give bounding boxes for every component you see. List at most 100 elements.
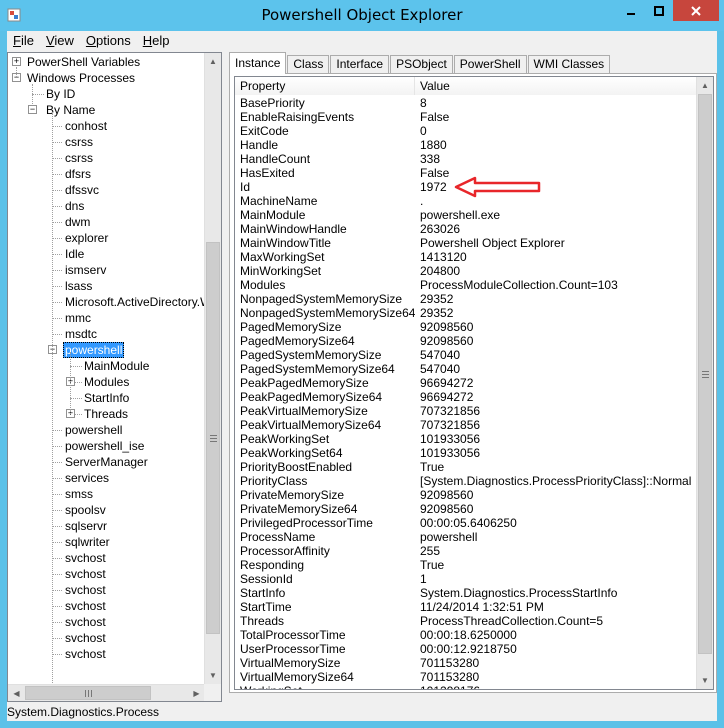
tree-item-process[interactable]: svchost: [65, 566, 106, 582]
tree-item-threads[interactable]: Threads: [84, 406, 128, 422]
expand-powershell-variables-icon[interactable]: +: [12, 57, 21, 66]
tab-psobject[interactable]: PSObject: [390, 55, 453, 74]
tree-item-powershell-variables[interactable]: PowerShell Variables: [27, 54, 140, 70]
tree-item-process[interactable]: dfssvc: [65, 182, 99, 198]
tree-item-process[interactable]: svchost: [65, 646, 106, 662]
tree-item-mainmodule[interactable]: MainModule: [84, 358, 149, 374]
list-vertical-scrollbar[interactable]: ▲ ▼: [696, 77, 713, 689]
table-row[interactable]: PrivateMemorySize64 92098560: [235, 502, 699, 516]
table-row[interactable]: MainWindowHandle 263026: [235, 222, 699, 236]
tree-item-windows-processes[interactable]: Windows Processes: [27, 70, 135, 86]
table-row[interactable]: VirtualMemorySize64 701153280: [235, 670, 699, 684]
tree-item-process[interactable]: svchost: [65, 630, 106, 646]
menu-options[interactable]: Options: [80, 31, 137, 51]
tab-class[interactable]: Class: [287, 55, 330, 74]
tree-item-by-id[interactable]: By ID: [46, 86, 75, 102]
table-row[interactable]: Responding True: [235, 558, 699, 572]
table-row[interactable]: StartInfo System.Diagnostics.ProcessStart…: [235, 586, 699, 600]
tree-item-process[interactable]: dfsrs: [65, 166, 91, 182]
table-row[interactable]: EnableRaisingEvents False: [235, 110, 699, 124]
table-row[interactable]: PeakWorkingSet 101933056: [235, 432, 699, 446]
minimize-button[interactable]: [617, 0, 644, 21]
table-row[interactable]: PeakWorkingSet64 101933056: [235, 446, 699, 460]
table-row[interactable]: TotalProcessorTime 00:00:18.6250000: [235, 628, 699, 642]
tree-item-process[interactable]: csrss: [65, 150, 93, 166]
tree-item-process[interactable]: powershell: [65, 422, 122, 438]
title-bar[interactable]: Powershell Object Explorer: [0, 0, 724, 31]
tree-item-modules[interactable]: Modules: [84, 374, 129, 390]
tree-item-process[interactable]: svchost: [65, 614, 106, 630]
table-row[interactable]: PagedSystemMemorySize64 547040: [235, 362, 699, 376]
tree-item-process[interactable]: svchost: [65, 582, 106, 598]
table-row[interactable]: Threads ProcessThreadCollection.Count=5: [235, 614, 699, 628]
table-row[interactable]: StartTime 11/24/2014 1:32:51 PM: [235, 600, 699, 614]
tree-item-process[interactable]: services: [65, 470, 109, 486]
tree-item-startinfo[interactable]: StartInfo: [84, 390, 129, 406]
tree-item-process[interactable]: svchost: [65, 550, 106, 566]
table-row[interactable]: PeakPagedMemorySize64 96694272: [235, 390, 699, 404]
tree-item-process[interactable]: svchost: [65, 598, 106, 614]
tree-item-powershell-selected[interactable]: powershell: [63, 342, 125, 358]
tree-item-by-name[interactable]: By Name: [46, 102, 95, 118]
table-row[interactable]: HandleCount 338: [235, 152, 699, 166]
column-header-value[interactable]: Value: [415, 77, 699, 95]
table-row[interactable]: PriorityClass [System.Diagnostics.Process…: [235, 474, 699, 488]
object-tree[interactable]: + PowerShell Variables − Windows Processes B…: [7, 52, 222, 702]
tree-item-process[interactable]: dwm: [65, 214, 90, 230]
tree-item-process[interactable]: lsass: [65, 278, 92, 294]
tree-item-process[interactable]: csrss: [65, 134, 93, 150]
tree-item-process[interactable]: dns: [65, 198, 84, 214]
tab-instance[interactable]: Instance: [229, 52, 287, 74]
table-row[interactable]: PagedSystemMemorySize 547040: [235, 348, 699, 362]
tree-item-process[interactable]: mmc: [65, 310, 91, 326]
table-row[interactable]: MaxWorkingSet 1413120: [235, 250, 699, 264]
tree-item-process[interactable]: conhost: [65, 118, 107, 134]
scroll-down-arrow-icon[interactable]: ▼: [205, 667, 221, 684]
tree-item-process[interactable]: msdtc: [65, 326, 97, 342]
list-vscroll-thumb[interactable]: [698, 94, 712, 654]
table-row[interactable]: PeakVirtualMemorySize 707321856: [235, 404, 699, 418]
table-row[interactable]: ExitCode 0: [235, 124, 699, 138]
tree-horizontal-scrollbar[interactable]: ◀ ▶: [8, 684, 205, 701]
tree-item-process[interactable]: smss: [65, 486, 93, 502]
table-row[interactable]: ProcessorAffinity 255: [235, 544, 699, 558]
table-row[interactable]: ProcessName powershell: [235, 530, 699, 544]
scroll-right-arrow-icon[interactable]: ▶: [188, 685, 205, 701]
scroll-left-arrow-icon[interactable]: ◀: [8, 685, 25, 701]
property-list[interactable]: Property Value BasePriority 8 EnableRaisin…: [234, 76, 714, 690]
close-button[interactable]: [673, 0, 719, 21]
table-row[interactable]: BasePriority 8: [235, 96, 699, 110]
table-row[interactable]: VirtualMemorySize 701153280: [235, 656, 699, 670]
tree-item-process[interactable]: Idle: [65, 246, 84, 262]
tree-vertical-scrollbar[interactable]: ▲ ▼: [204, 53, 221, 684]
table-row[interactable]: PagedMemorySize64 92098560: [235, 334, 699, 348]
table-row[interactable]: PrivateMemorySize 92098560: [235, 488, 699, 502]
tree-hscroll-thumb[interactable]: [25, 686, 151, 700]
tree-item-process[interactable]: explorer: [65, 230, 108, 246]
column-header-property[interactable]: Property: [235, 77, 415, 95]
maximize-button[interactable]: [645, 0, 672, 21]
table-row[interactable]: PeakPagedMemorySize 96694272: [235, 376, 699, 390]
tree-item-process[interactable]: spoolsv: [65, 502, 106, 518]
tree-item-process[interactable]: sqlservr: [65, 518, 107, 534]
tab-powershell[interactable]: PowerShell: [453, 55, 527, 74]
tree-item-process[interactable]: powershell_ise: [65, 438, 144, 454]
table-row[interactable]: NonpagedSystemMemorySize64 29352: [235, 306, 699, 320]
table-row[interactable]: PagedMemorySize 92098560: [235, 320, 699, 334]
table-row[interactable]: PrivilegedProcessorTime 00:00:05.6406250: [235, 516, 699, 530]
scroll-up-arrow-icon[interactable]: ▲: [205, 53, 221, 70]
table-row[interactable]: UserProcessorTime 00:00:12.9218750: [235, 642, 699, 656]
tab-interface[interactable]: Interface: [330, 55, 390, 74]
tree-item-process[interactable]: ismserv: [65, 262, 106, 278]
tree-item-process[interactable]: ServerManager: [65, 454, 148, 470]
tree-vscroll-thumb[interactable]: [206, 242, 220, 634]
tree-item-process[interactable]: Microsoft.ActiveDirectory.We: [65, 294, 206, 310]
menu-view[interactable]: View: [40, 31, 80, 51]
table-row[interactable]: WorkingSet101298176: [235, 684, 699, 689]
tree-item-process[interactable]: sqlwriter: [65, 534, 110, 550]
table-row[interactable]: MainModule powershell.exe: [235, 208, 699, 222]
table-row[interactable]: PeakVirtualMemorySize64 707321856: [235, 418, 699, 432]
table-row[interactable]: MinWorkingSet 204800: [235, 264, 699, 278]
table-row[interactable]: NonpagedSystemMemorySize 29352: [235, 292, 699, 306]
table-row[interactable]: Modules ProcessModuleCollection.Count=103: [235, 278, 699, 292]
